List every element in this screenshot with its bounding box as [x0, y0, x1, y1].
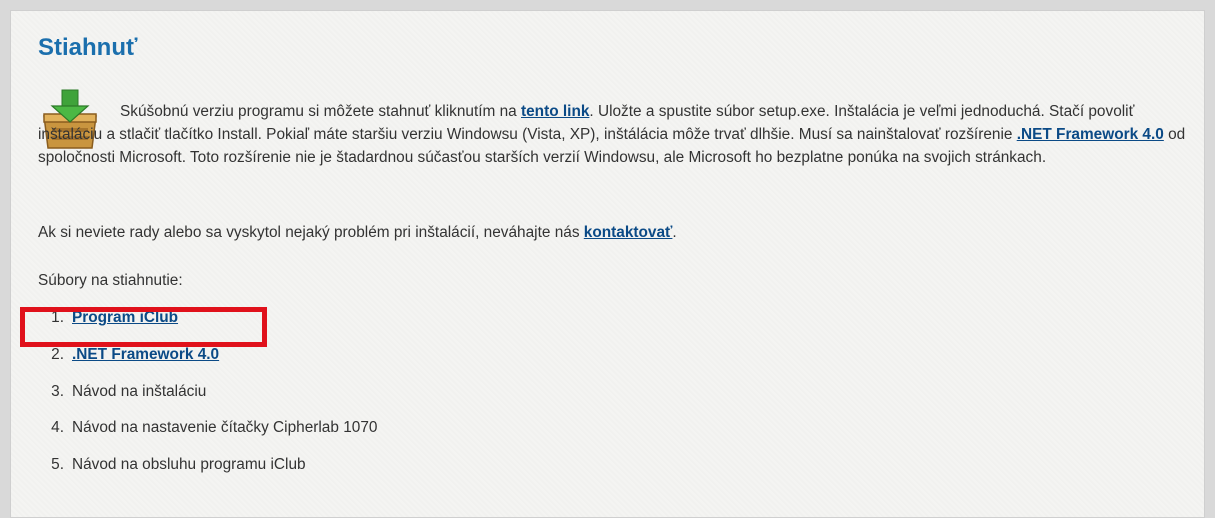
list-item-label: Návod na nastavenie čítačky Cipherlab 10…: [72, 419, 378, 437]
tento-link[interactable]: tento link: [521, 103, 589, 120]
list-number: 5.: [51, 456, 64, 474]
list-item: 4. Návod na nastavenie čítačky Cipherlab …: [38, 410, 377, 447]
list-item: 3. Návod na inštaláciu: [38, 374, 377, 411]
intro-text-1: Skúšobnú verziu programu si môžete stahn…: [120, 103, 521, 120]
net-framework-download-link[interactable]: .NET Framework 4.0: [72, 346, 219, 363]
net-framework-link[interactable]: .NET Framework 4.0: [1017, 126, 1164, 143]
list-number: 3.: [51, 382, 64, 400]
intro-paragraph: Skúšobnú verziu programu si môžete stahn…: [38, 100, 1188, 169]
contact-link[interactable]: kontaktovať: [584, 224, 673, 241]
help-end: .: [672, 224, 677, 241]
list-item-label: Návod na obsluhu programu iClub: [72, 456, 306, 474]
help-paragraph: Ak si neviete rady alebo sa vyskytol nej…: [38, 224, 677, 242]
files-heading: Súbory na stiahnutie:: [38, 272, 183, 289]
help-text: Ak si neviete rady alebo sa vyskytol nej…: [38, 224, 584, 241]
list-item: 5. Návod na obsluhu programu iClub: [38, 447, 377, 484]
highlight-box: [20, 307, 267, 347]
list-number: 4.: [51, 419, 64, 437]
list-item-label: Návod na inštaláciu: [72, 382, 207, 400]
section-title: Stiahnuť: [38, 34, 138, 61]
